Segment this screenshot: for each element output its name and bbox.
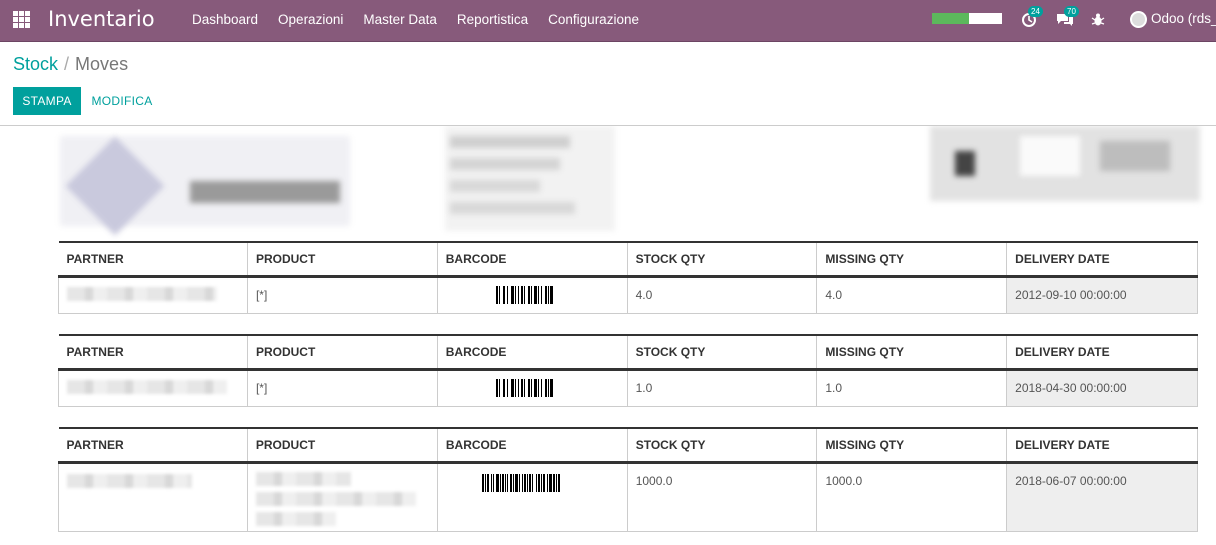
col-partner: PARTNER [58, 427, 248, 464]
table-header-row: PARTNER PRODUCT BARCODE STOCK QTY MISSIN… [58, 334, 1198, 371]
col-stock-qty: STOCK QTY [626, 427, 818, 464]
stock-qty-cell: 4.0 [626, 275, 818, 314]
table-header-row: PARTNER PRODUCT BARCODE STOCK QTY MISSIN… [58, 241, 1198, 278]
avatar[interactable] [1130, 11, 1147, 28]
col-delivery-date: DELIVERY DATE [1006, 241, 1198, 278]
col-product: PRODUCT [246, 427, 438, 464]
redacted-product [255, 491, 416, 506]
usage-progress-bar [932, 13, 1002, 24]
redacted-partner [67, 473, 192, 488]
breadcrumb: Stock / Moves [13, 54, 128, 75]
menu-master-data[interactable]: Master Data [353, 0, 447, 42]
breadcrumb-moves: Moves [75, 54, 129, 74]
table-row: [*] 1.0 1.0 2018-04-30 00:00:00 [58, 368, 1198, 407]
col-partner: PARTNER [58, 241, 248, 278]
missing-qty-cell: 4.0 [816, 275, 1008, 314]
col-stock-qty: STOCK QTY [626, 334, 818, 371]
missing-qty-cell: 1000.0 [816, 461, 1008, 532]
redacted-partner [67, 286, 217, 301]
col-missing-qty: MISSING QTY [816, 241, 1008, 278]
table-header-row: PARTNER PRODUCT BARCODE STOCK QTY MISSIN… [58, 427, 1198, 464]
redacted-product [255, 511, 336, 526]
redacted-partner [67, 379, 227, 394]
app-title: Inventario [48, 7, 155, 31]
company-qr-image [930, 126, 1200, 201]
barcode-image [482, 473, 561, 492]
col-product: PRODUCT [246, 241, 438, 278]
debug-bug-icon[interactable] [1090, 11, 1108, 29]
breadcrumb-separator: / [64, 54, 70, 74]
messages-icon[interactable]: 70 [1055, 6, 1079, 29]
user-name[interactable]: Odoo (rds_p [1151, 11, 1216, 26]
partner-cell [58, 368, 248, 407]
menu-configurazione[interactable]: Configurazione [538, 0, 649, 42]
barcode-cell [436, 368, 628, 407]
usage-progress-fill [932, 13, 970, 24]
barcode-image [496, 286, 554, 304]
col-barcode: BARCODE [436, 334, 628, 371]
messages-badge: 70 [1064, 6, 1079, 17]
activity-badge: 24 [1028, 6, 1043, 17]
partner-cell [58, 461, 248, 532]
col-barcode: BARCODE [436, 241, 628, 278]
col-delivery-date: DELIVERY DATE [1006, 334, 1198, 371]
move-table-2: PARTNER PRODUCT BARCODE STOCK QTY MISSIN… [58, 334, 1198, 407]
move-table-1: PARTNER PRODUCT BARCODE STOCK QTY MISSIN… [58, 241, 1198, 314]
apps-menu-icon[interactable] [13, 11, 30, 28]
move-table-3: PARTNER PRODUCT BARCODE STOCK QTY MISSIN… [58, 427, 1198, 532]
top-navbar: Inventario Dashboard Operazioni Master D… [0, 0, 1216, 42]
menu-operazioni[interactable]: Operazioni [268, 0, 353, 42]
product-cell: [*] [246, 368, 438, 407]
main-menu: Dashboard Operazioni Master Data Reporti… [182, 0, 649, 42]
report-preview: PARTNER PRODUCT BARCODE STOCK QTY MISSIN… [0, 126, 1216, 545]
barcode-image [496, 379, 554, 397]
col-delivery-date: DELIVERY DATE [1006, 427, 1198, 464]
company-address-image [445, 126, 615, 231]
activity-icon[interactable]: 24 [1020, 6, 1043, 29]
barcode-cell [436, 275, 628, 314]
product-cell: [*] [246, 275, 438, 314]
product-cell [246, 461, 438, 532]
stock-qty-cell: 1000.0 [626, 461, 818, 532]
delivery-date-cell: 2018-04-30 00:00:00 [1006, 368, 1198, 407]
col-product: PRODUCT [246, 334, 438, 371]
menu-reportistica[interactable]: Reportistica [447, 0, 538, 42]
redacted-product [255, 471, 351, 486]
col-stock-qty: STOCK QTY [626, 241, 818, 278]
print-button[interactable]: STAMPA [13, 87, 81, 115]
col-partner: PARTNER [58, 334, 248, 371]
col-missing-qty: MISSING QTY [816, 334, 1008, 371]
barcode-cell [436, 461, 628, 532]
table-row: 1000.0 1000.0 2018-06-07 00:00:00 [58, 461, 1198, 532]
partner-cell [58, 275, 248, 314]
col-missing-qty: MISSING QTY [816, 427, 1008, 464]
delivery-date-cell: 2012-09-10 00:00:00 [1006, 275, 1198, 314]
company-logo-image [60, 136, 350, 236]
breadcrumb-stock[interactable]: Stock [13, 54, 58, 74]
stock-qty-cell: 1.0 [626, 368, 818, 407]
col-barcode: BARCODE [436, 427, 628, 464]
menu-dashboard[interactable]: Dashboard [182, 0, 268, 42]
table-row: [*] 4.0 4.0 2012-09-10 00:00:00 [58, 275, 1198, 314]
edit-button[interactable]: MODIFICA [88, 87, 156, 115]
missing-qty-cell: 1.0 [816, 368, 1008, 407]
delivery-date-cell: 2018-06-07 00:00:00 [1006, 461, 1198, 532]
